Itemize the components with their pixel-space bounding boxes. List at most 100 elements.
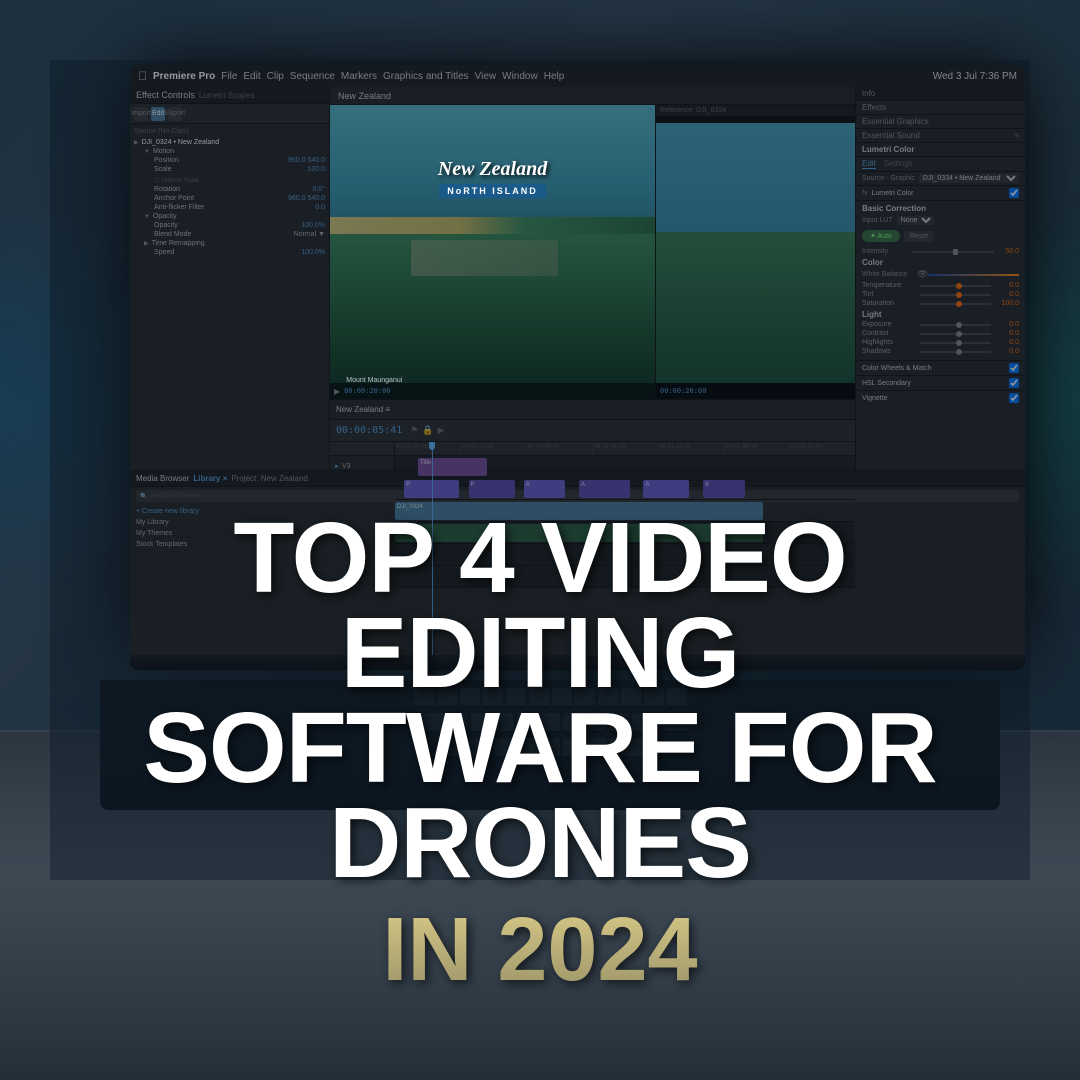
rp-vignette-checkbox[interactable]	[1009, 393, 1019, 403]
rp-color-wheels-checkbox[interactable]	[1009, 363, 1019, 373]
menu-item-view[interactable]: View	[475, 71, 497, 82]
a1-clip-main[interactable]: Audio	[395, 524, 763, 542]
v3-clip-1[interactable]: Title	[418, 458, 487, 476]
rp-highlights-row: Highlights 0.0	[862, 339, 1019, 346]
rp-exposure-row: Exposure 0.0	[862, 321, 1019, 328]
search-bar[interactable]: 🔍 Search all libraries	[136, 490, 330, 502]
v1-track-row: DJI_0324	[395, 500, 855, 522]
menu-item-clip[interactable]: Clip	[267, 71, 284, 82]
menu-item-markers[interactable]: Markers	[341, 71, 377, 82]
rp-hi-label: Highlights	[862, 339, 917, 346]
blend-mode-row: Blend Mode Normal ▼	[154, 230, 325, 239]
rp-vignette-label[interactable]: Vignette	[862, 395, 888, 402]
media-browser-panel: Media Browser Library × Project: New Zea…	[130, 470, 330, 655]
rp-temp-track[interactable]	[920, 285, 991, 287]
rp-temperature-row: Temperature 0.0	[862, 282, 1019, 289]
system-time: Wed 3 Jul 7:36 PM	[933, 71, 1017, 82]
my-themes-item[interactable]: My Themes	[136, 528, 330, 539]
rp-essential-graphics: Essential Graphics	[856, 115, 1025, 129]
opacity-value: 100.0%	[301, 222, 325, 229]
key	[517, 738, 537, 758]
import-tab[interactable]: Import	[134, 107, 148, 121]
rp-lut-dropdown[interactable]: None	[897, 216, 934, 225]
rp-color-wheels-label[interactable]: Color Wheels & Match	[862, 365, 932, 372]
rp-light-header[interactable]: Light	[862, 310, 1019, 319]
key	[529, 688, 549, 708]
rp-basic-correction-header[interactable]: Basic Correction	[862, 204, 1019, 213]
ref-land	[656, 232, 855, 383]
menu-item-file[interactable]: File	[221, 71, 237, 82]
menu-item-edit[interactable]: Edit	[243, 71, 260, 82]
v2-clip-3[interactable]: A	[524, 480, 565, 498]
reference-monitor[interactable]: Reference: DJI_0324 00:00:20:00	[655, 105, 855, 399]
rp-fx-checkbox[interactable]	[1009, 188, 1019, 198]
rp-sat-knob	[956, 301, 962, 307]
rp-menu-icon[interactable]: ≡	[1014, 131, 1019, 140]
rp-hi-track[interactable]	[920, 342, 991, 344]
menu-item-sequence[interactable]: Sequence	[290, 71, 335, 82]
timeline-tool-markers[interactable]: ▶	[438, 425, 445, 436]
v1-clip-main[interactable]: DJI_0324	[395, 502, 763, 520]
program-monitor[interactable]: New Zealand NoRTH ISLAND Mount Maunganui…	[330, 105, 655, 399]
ruler-mark-5: 00:01:20:00	[658, 442, 724, 455]
rp-exp-track[interactable]	[920, 324, 991, 326]
timeline-tool-lock[interactable]: 🔒	[422, 425, 433, 436]
timeline-toolbar: 00:00:05:41 ⚑ 🔒 ▶	[330, 420, 855, 442]
rp-lumetri-color[interactable]: Lumetri Color	[856, 143, 1025, 157]
rp-temp-label: Temperature	[862, 282, 917, 289]
create-library-btn[interactable]: + Create new library	[136, 506, 330, 517]
media-browser-tab[interactable]: Media Browser	[136, 474, 189, 483]
rp-settings-tab[interactable]: Settings	[884, 159, 913, 169]
library-tab[interactable]: Library ×	[193, 474, 227, 483]
menu-item-help[interactable]: Help	[544, 71, 565, 82]
my-library-item[interactable]: My Library	[136, 517, 330, 528]
rp-tint-track[interactable]	[920, 294, 991, 296]
v2-clip-6[interactable]: K	[703, 480, 744, 498]
ref-timecode: 00:00:20:00	[660, 387, 706, 395]
play-icon[interactable]: ▶	[334, 387, 340, 396]
rp-info: Info	[856, 87, 1025, 101]
opacity-label: Opacity	[153, 213, 177, 220]
rp-hsl-checkbox[interactable]	[1009, 378, 1019, 388]
export-tab[interactable]: Export	[168, 107, 182, 121]
v2-clip-1[interactable]: P	[404, 480, 459, 498]
rp-color-header[interactable]: Color	[862, 258, 1019, 267]
key	[494, 738, 514, 758]
key	[460, 688, 480, 708]
rp-intensity-track[interactable]	[912, 251, 994, 253]
menu-item-graphics[interactable]: Graphics and Titles	[383, 71, 469, 82]
rp-contrast-track[interactable]	[920, 333, 991, 335]
v2-clip-4[interactable]: A	[579, 480, 630, 498]
timeline-tool-magnet[interactable]: ⚑	[410, 425, 418, 436]
scale-value: 100.0	[307, 166, 325, 173]
rp-source-dropdown[interactable]: DJI_0334 • New Zealand	[919, 174, 1019, 183]
effect-controls-panel: Source (No Clips) ▶ DJI_0324 • New Zeala…	[130, 124, 329, 261]
rp-temp-knob	[956, 283, 962, 289]
rp-sat-track[interactable]	[920, 303, 991, 305]
rp-sh-track[interactable]	[920, 351, 991, 353]
edit-tab[interactable]: Edit	[151, 107, 165, 121]
opacity-value-label: Opacity	[154, 222, 178, 229]
v2-track-row: P P A A A K	[395, 478, 855, 500]
time-ruler: 00:00:10:00 00:00:32:00 00:00:48:00 00:0…	[395, 442, 855, 456]
v2-clip-5[interactable]: A	[643, 480, 689, 498]
rp-hsl-label[interactable]: HSL Secondary	[862, 380, 911, 387]
rp-hi-value: 0.0	[994, 339, 1019, 346]
v2-clip-2[interactable]: P	[469, 480, 515, 498]
beach-layer	[330, 217, 655, 235]
rp-temp-value: 0.0	[994, 282, 1019, 289]
rp-auto-button[interactable]: ✦ Auto	[862, 230, 900, 242]
rp-hi-knob	[956, 340, 962, 346]
menu-item-window[interactable]: Window	[502, 71, 538, 82]
project-tab[interactable]: Project: New Zealand	[231, 474, 307, 483]
key	[621, 688, 641, 708]
stock-templates-item[interactable]: Stock Templates	[136, 539, 330, 550]
track-v3-name: V3	[342, 463, 351, 470]
monitor-controls: ▶ 00:00:20:00	[330, 383, 655, 399]
rp-eyedropper-icon[interactable]: 👁	[917, 269, 928, 280]
mount-label: Mount Maunganui	[346, 377, 402, 384]
ruler-mark-4: 00:01:04:00	[593, 442, 659, 455]
rp-edit-tab[interactable]: Edit	[862, 159, 876, 169]
rp-reset-button[interactable]: Reset	[904, 231, 934, 242]
speed-label: Speed	[154, 249, 174, 256]
